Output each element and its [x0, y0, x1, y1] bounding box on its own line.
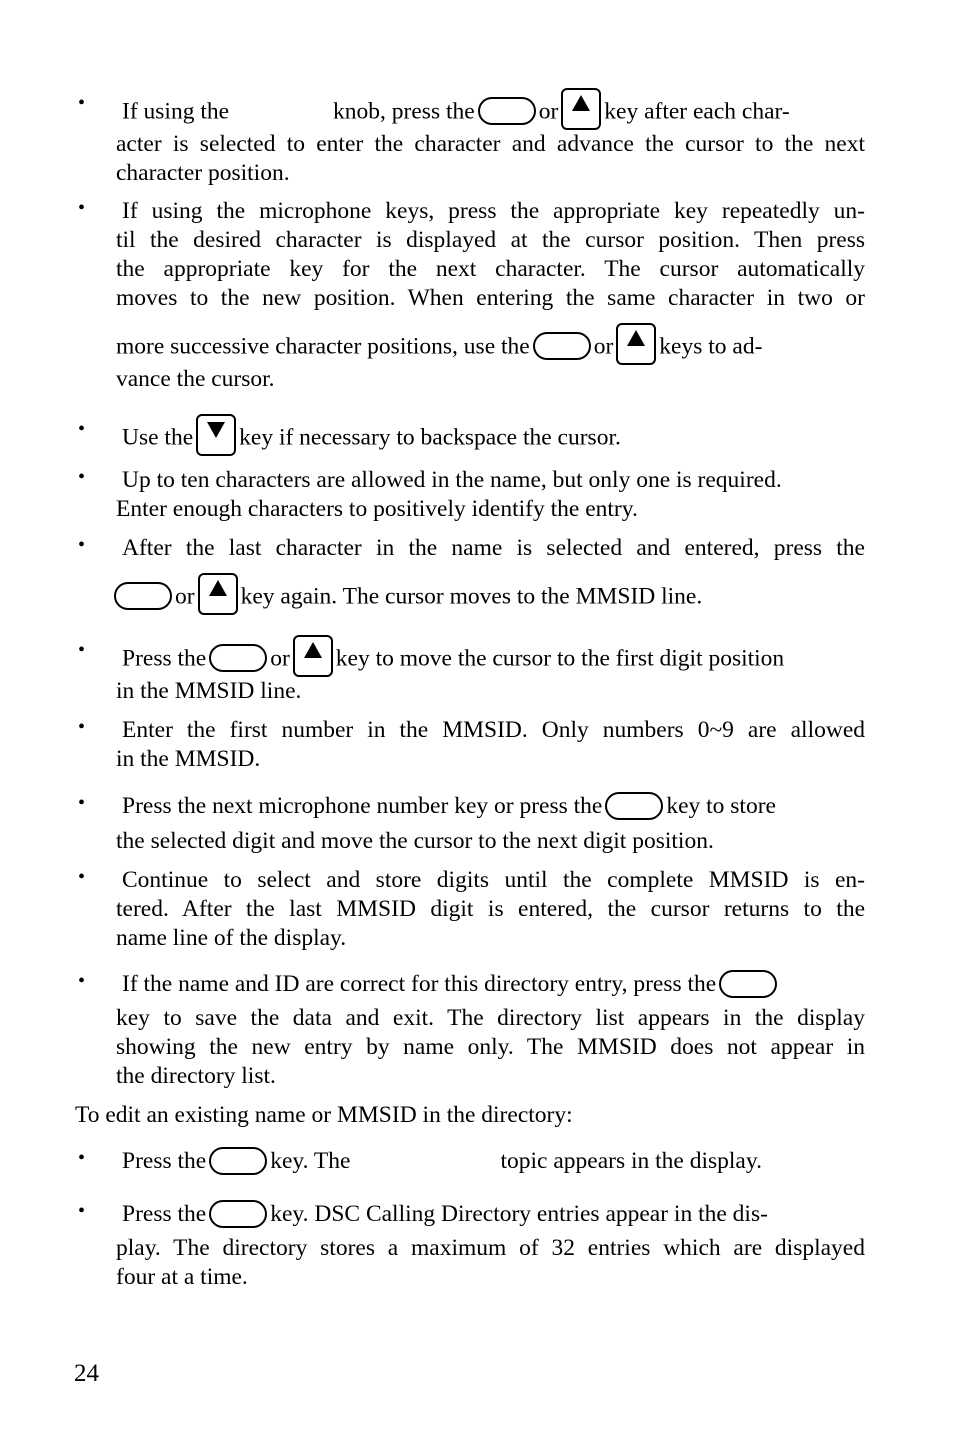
- up-arrow-key-icon: [561, 88, 602, 130]
- text-line: moves to the new position. When entering…: [116, 285, 865, 311]
- bullet-glyph: •: [78, 792, 86, 814]
- text-line: Enter the first number in the MMSID. Onl…: [122, 717, 865, 743]
- down-arrow-key-icon: [196, 414, 237, 456]
- text-line: the selected digit and move the cursor t…: [116, 828, 714, 854]
- text-line: After the last character in the name is …: [122, 535, 865, 561]
- text-line: Press the key. The topic appears in the di…: [122, 1146, 762, 1175]
- blank-oval-key-icon: [209, 644, 268, 672]
- text-line: four at a time.: [116, 1264, 248, 1290]
- bullet-glyph: •: [78, 639, 86, 661]
- up-arrow-key-icon: [197, 573, 238, 615]
- bullet-glyph: •: [78, 418, 86, 440]
- text-line: play. The directory stores a maximum of …: [116, 1235, 865, 1261]
- bullet-glyph: •: [78, 534, 86, 556]
- text-line: name line of the display.: [116, 925, 347, 951]
- bullet-glyph: •: [78, 866, 86, 888]
- text-line: the directory list.: [116, 1063, 276, 1089]
- bullet-glyph: •: [78, 197, 86, 219]
- text-line: or key again. The cursor moves to the MMS…: [114, 573, 863, 619]
- blank-oval-key-icon: [719, 969, 778, 998]
- blank-oval-key-icon: [532, 332, 591, 360]
- text-line: Press the or key to move the cursor to the…: [122, 635, 865, 681]
- text-line: Use the key if necessary to backspace the…: [122, 414, 865, 460]
- text-line: If the name and ID are correct for this …: [122, 969, 865, 1000]
- text-line: the appropriate key for the next charact…: [116, 256, 865, 282]
- text-line: Press the key. DSC Calling Directory entr…: [122, 1199, 768, 1228]
- edit-intro-text: To edit an existing name or MMSID in the…: [75, 1102, 573, 1128]
- bullet-glyph: •: [78, 1147, 86, 1169]
- bullet-glyph: •: [78, 466, 86, 488]
- blank-oval-key-icon: [209, 1199, 268, 1228]
- text-line: Press the next microphone number key or …: [122, 791, 776, 820]
- text-line: in the MMSID line.: [116, 678, 302, 704]
- text-line: character position.: [116, 160, 290, 186]
- text-line: vance the cursor.: [116, 366, 275, 392]
- text-line: acter is selected to enter the character…: [116, 131, 865, 157]
- bullet-glyph: •: [78, 1200, 86, 1222]
- text-line: Enter enough characters to positively id…: [116, 496, 638, 522]
- up-arrow-key-icon: [616, 323, 657, 365]
- text-line: in the MMSID.: [116, 746, 261, 772]
- text-line: tered. After the last MMSID digit is ent…: [116, 896, 865, 922]
- blank-oval-key-icon: [209, 1146, 268, 1175]
- bullet-glyph: •: [78, 92, 86, 114]
- text-line: If using the microphone keys, press the …: [122, 198, 865, 224]
- up-arrow-key-icon: [292, 635, 333, 677]
- blank-oval-key-icon: [605, 791, 664, 820]
- bullet-glyph: •: [78, 970, 86, 992]
- text-line: key to save the data and exit. The direc…: [116, 1005, 865, 1031]
- page-number: 24: [74, 1360, 99, 1387]
- text-line: til the desired character is displayed a…: [116, 227, 865, 253]
- blank-oval-key-icon: [114, 582, 172, 610]
- text-line: If using the knob, press the or key after e…: [122, 88, 865, 134]
- text-line: showing the new entry by name only. The …: [116, 1034, 865, 1060]
- text-line: more successive character positions, use…: [116, 323, 865, 369]
- bullet-glyph: •: [78, 716, 86, 738]
- blank-oval-key-icon: [477, 97, 536, 125]
- text-line: Up to ten characters are allowed in the …: [122, 467, 782, 493]
- text-line: Continue to select and store digits unti…: [122, 867, 865, 893]
